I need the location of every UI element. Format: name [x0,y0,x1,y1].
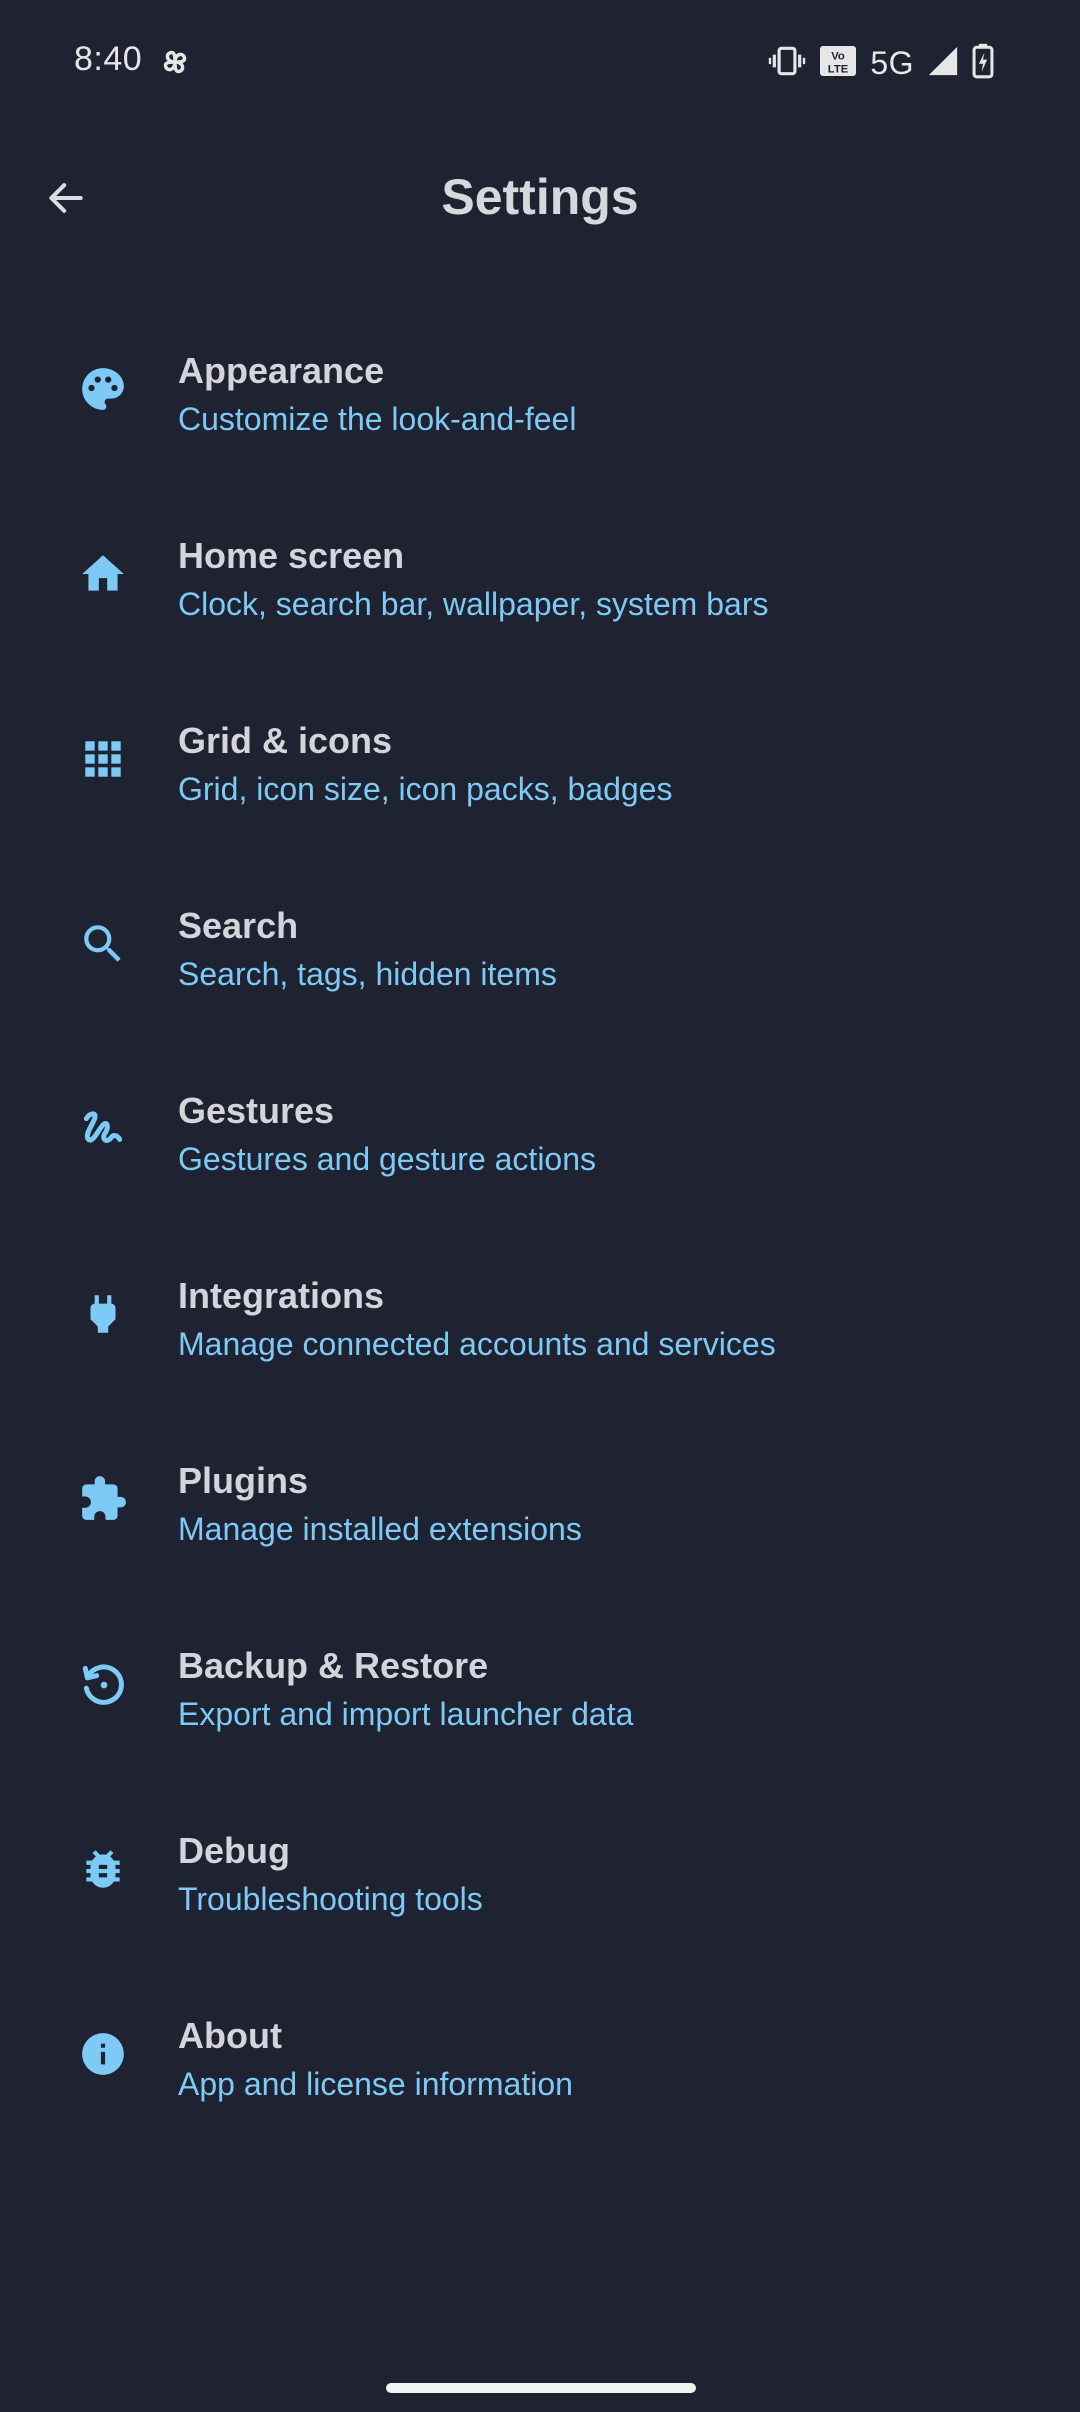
item-subtitle: Clock, search bar, wallpaper, system bar… [178,586,769,622]
gesture-icon [78,1104,128,1154]
item-subtitle: Manage installed extensions [178,1511,582,1547]
svg-text:Vo: Vo [832,50,846,62]
item-title: Plugins [178,1460,309,1501]
puzzle-icon [78,1474,128,1524]
item-subtitle: Grid, icon size, icon packs, badges [178,771,673,807]
palette-icon [78,364,128,414]
info-icon [78,2029,128,2079]
item-title: Backup & Restore [178,1645,489,1686]
volte-icon: Vo LTE [818,43,858,84]
pinwheel-icon [156,43,194,81]
home-icon [78,549,128,599]
vibrate-icon [768,42,806,85]
settings-item-debug[interactable]: Debug Troubleshooting tools [0,1780,1080,1965]
settings-item-gestures[interactable]: Gestures Gestures and gesture actions [0,1040,1080,1225]
item-title: Integrations [178,1275,385,1316]
item-title: Gestures [178,1090,335,1131]
settings-item-search[interactable]: Search Search, tags, hidden items [0,855,1080,1040]
item-subtitle: Export and import launcher data [178,1696,634,1732]
search-icon [78,919,128,969]
settings-item-about[interactable]: About App and license information [0,1965,1080,2150]
status-bar: 8:40 Vo LTE 5G [0,0,1080,126]
item-title: About [178,2015,282,2056]
bug-icon [78,1844,128,1894]
settings-item-backup-restore[interactable]: Backup & Restore Export and import launc… [0,1595,1080,1780]
settings-item-plugins[interactable]: Plugins Manage installed extensions [0,1410,1080,1595]
page-title: Settings [441,169,639,225]
item-subtitle: App and license information [178,2066,573,2102]
item-title: Home screen [178,535,405,576]
battery-charging-icon [972,43,994,84]
item-title: Grid & icons [178,720,393,761]
item-subtitle: Manage connected accounts and services [178,1326,776,1362]
status-time: 8:40 [74,40,143,78]
item-subtitle: Gestures and gesture actions [178,1141,597,1177]
item-title: Debug [178,1830,290,1871]
apps-grid-icon [78,734,128,784]
item-title: Appearance [178,350,385,391]
top-app-bar: Settings [0,140,1080,264]
restore-icon [78,1659,128,1709]
item-subtitle: Troubleshooting tools [178,1881,483,1917]
settings-item-integrations[interactable]: Integrations Manage connected accounts a… [0,1225,1080,1410]
plug-icon [78,1289,128,1339]
svg-text:LTE: LTE [828,63,849,75]
item-subtitle: Customize the look-and-feel [178,401,577,437]
network-type: 5G [870,44,914,81]
signal-icon [926,44,960,83]
gesture-nav-handle[interactable] [386,2383,696,2393]
item-subtitle: Search, tags, hidden items [178,956,557,992]
settings-item-grid-icons[interactable]: Grid & icons Grid, icon size, icon packs… [0,670,1080,855]
settings-list: Appearance Customize the look-and-feel H… [0,300,1080,2150]
item-title: Search [178,905,299,946]
settings-item-appearance[interactable]: Appearance Customize the look-and-feel [0,300,1080,485]
settings-item-home-screen[interactable]: Home screen Clock, search bar, wallpaper… [0,485,1080,670]
